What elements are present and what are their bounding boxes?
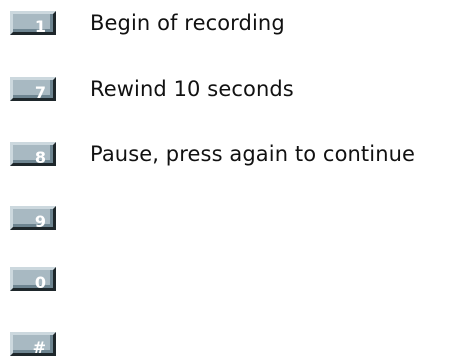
key-label: 1 bbox=[34, 17, 46, 36]
key-row-hash: # bbox=[10, 324, 90, 364]
keypad-key-1[interactable]: 1 bbox=[10, 11, 56, 35]
key-description: Begin of recording bbox=[90, 11, 285, 35]
key-description: Rewind 10 seconds bbox=[90, 77, 294, 101]
phone-key-legend: 1 Begin of recording 7 Rewind 10 seconds… bbox=[0, 0, 472, 364]
key-label: # bbox=[32, 338, 46, 357]
key-row-7: 7 Rewind 10 seconds bbox=[10, 69, 294, 109]
key-label: 0 bbox=[34, 273, 46, 292]
key-label: 8 bbox=[34, 148, 46, 167]
key-row-9: 9 bbox=[10, 198, 90, 238]
key-row-1: 1 Begin of recording bbox=[10, 3, 285, 43]
key-label: 9 bbox=[34, 212, 46, 231]
key-description: Pause, press again to continue bbox=[90, 142, 416, 166]
keypad-key-7[interactable]: 7 bbox=[10, 77, 56, 101]
keypad-key-8[interactable]: 8 bbox=[10, 142, 56, 166]
keypad-key-hash[interactable]: # bbox=[10, 332, 56, 356]
key-row-0: 0 bbox=[10, 259, 90, 299]
key-label: 7 bbox=[34, 83, 46, 102]
keypad-key-0[interactable]: 0 bbox=[10, 267, 56, 291]
keypad-key-9[interactable]: 9 bbox=[10, 206, 56, 230]
key-row-8: 8 Pause, press again to continue bbox=[10, 134, 415, 174]
